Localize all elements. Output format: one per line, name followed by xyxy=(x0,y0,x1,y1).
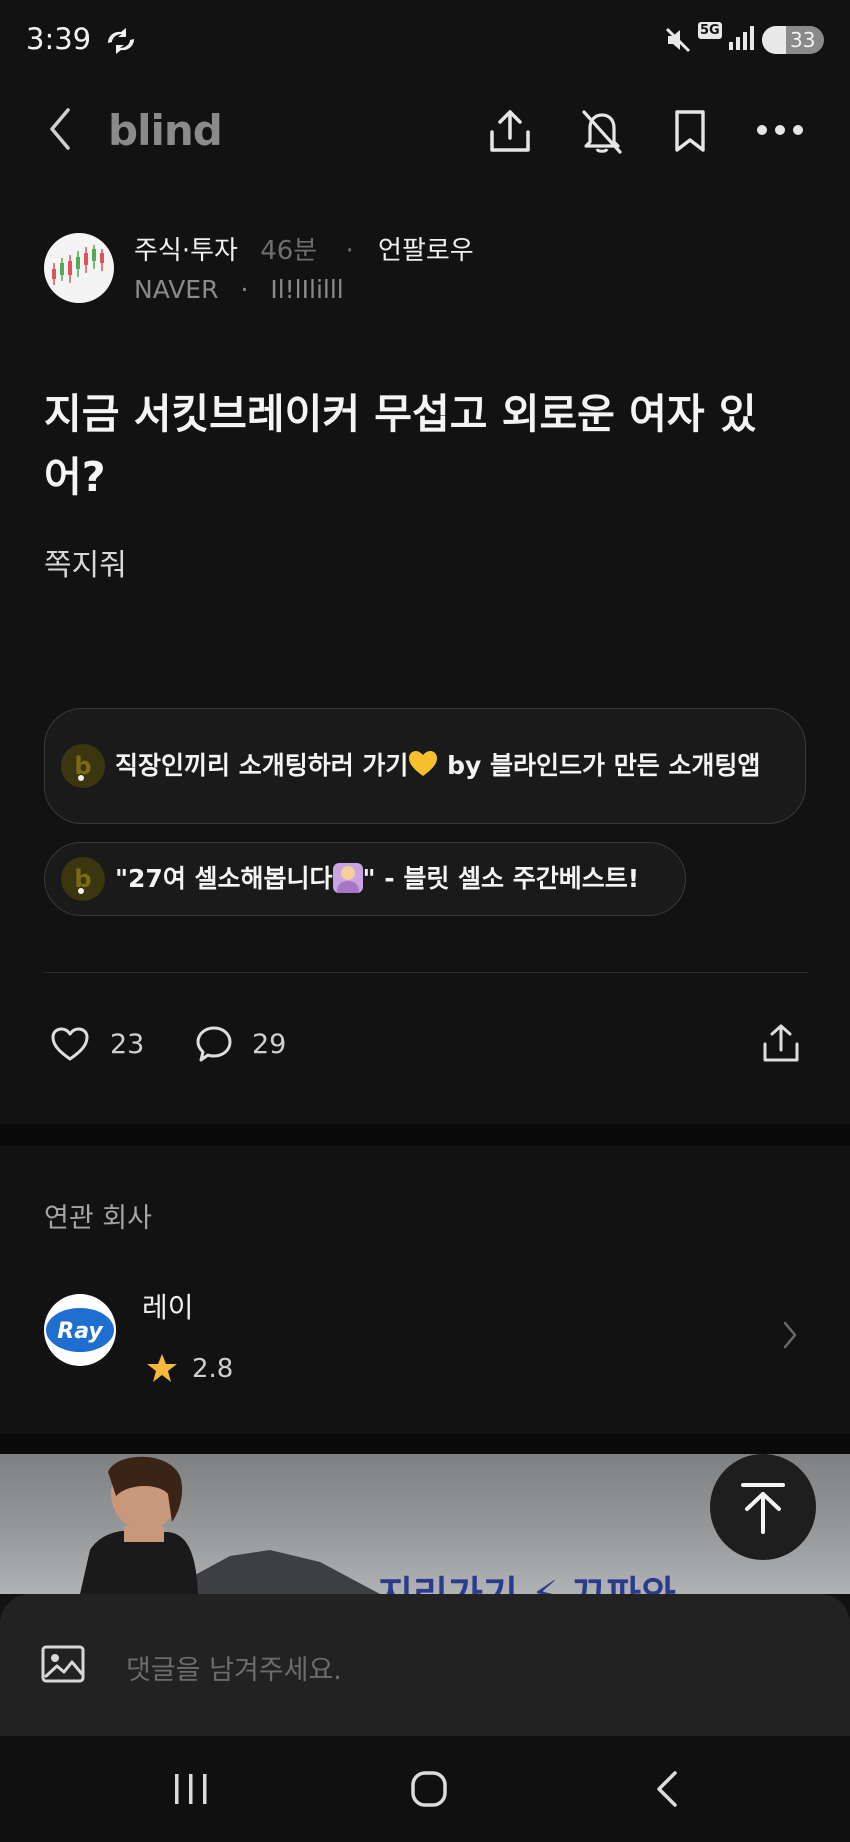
back-button[interactable] xyxy=(46,106,74,152)
company-logo-text: Ray xyxy=(57,1319,104,1344)
company-logo: Ray xyxy=(44,1294,116,1366)
divider xyxy=(44,972,808,973)
mute-icon xyxy=(664,26,692,54)
image-icon xyxy=(41,1645,85,1683)
blind-b-icon: b xyxy=(61,857,105,901)
related-company-row[interactable]: Ray 레이 2.8 xyxy=(0,1270,850,1400)
blind-b-icon: b xyxy=(61,744,105,788)
section-separator xyxy=(0,1434,850,1454)
recent-apps-button[interactable] xyxy=(172,1772,210,1806)
promo-text-part: "27여 셀소해봅니다 xyxy=(115,864,333,893)
share-icon xyxy=(763,1024,799,1062)
star-icon xyxy=(146,1352,178,1384)
related-company-label: 연관 회사 xyxy=(44,1203,152,1234)
author-avatar[interactable] xyxy=(44,233,114,303)
section-separator xyxy=(0,1124,850,1146)
yellow-heart-icon xyxy=(408,750,438,778)
comment-count: 29 xyxy=(252,1028,287,1060)
author-nickname: Il!lIlilll xyxy=(270,275,344,304)
company-name: 레이 xyxy=(142,1291,194,1324)
like-count: 23 xyxy=(110,1028,145,1060)
promo-text-part: 직장인끼리 소개팅하러 가기 xyxy=(115,751,409,780)
ad-banner-text: 지리가기 ⚡ 끄파와 xyxy=(378,1564,676,1594)
chevron-right-icon xyxy=(782,1320,798,1350)
meta-separator: · xyxy=(345,236,354,266)
company-rating: 2.8 xyxy=(192,1354,234,1384)
post-meta-line: 주식·투자 46분 · 언팔로우 xyxy=(134,230,474,267)
unfollow-button[interactable]: 언팔로우 xyxy=(378,236,474,266)
system-back-button[interactable] xyxy=(654,1770,680,1808)
post-title: 지금 서킷브레이커 무섭고 외로운 여자 있어? xyxy=(44,390,757,501)
promo-text-dating: 직장인끼리 소개팅하러 가기 by 블라인드가 만든 소개팅앱 xyxy=(115,746,765,786)
post-category[interactable]: 주식·투자 xyxy=(134,236,238,266)
comment-button[interactable]: 29 xyxy=(194,1024,286,1064)
battery-level: 33 xyxy=(790,28,816,52)
comment-icon xyxy=(196,1026,232,1062)
more-options-button[interactable] xyxy=(756,122,804,138)
notification-off-button[interactable] xyxy=(580,108,624,154)
promo-link-dating[interactable]: b 직장인끼리 소개팅하러 가기 by 블라인드가 만든 소개팅앱 xyxy=(44,708,806,824)
author-company: NAVER xyxy=(134,275,219,304)
post-time: 46분 xyxy=(260,236,318,266)
signal-icon xyxy=(728,24,754,52)
promo-text-part: " - 블릿 셀소 주간베스트! xyxy=(362,864,640,893)
author-separator: · xyxy=(240,275,249,304)
share-button[interactable] xyxy=(488,108,532,154)
heart-icon xyxy=(51,1027,89,1061)
brand-logo: blind xyxy=(108,106,223,155)
arrow-up-to-top-icon xyxy=(741,1483,785,1534)
person-raising-hand-icon xyxy=(332,863,363,893)
like-button[interactable]: 23 xyxy=(50,1026,144,1062)
promo-text-selfie: "27여 셀소해봅니다 " - 블릿 셀소 주간베스트! xyxy=(115,859,639,899)
comment-input[interactable]: 댓글을 남겨주세요. xyxy=(126,1648,342,1687)
battery-icon: 33 xyxy=(762,26,824,54)
promo-link-selfie[interactable]: b "27여 셀소해봅니다 " - 블릿 셀소 주간베스트! xyxy=(44,842,686,916)
scroll-to-top-button[interactable] xyxy=(710,1454,816,1560)
image-attach-button[interactable] xyxy=(40,1644,86,1684)
bookmark-button[interactable] xyxy=(672,108,708,154)
network-5g-icon: 5G xyxy=(698,22,722,39)
sync-icon xyxy=(104,26,138,56)
share-post-button[interactable] xyxy=(762,1022,800,1064)
promo-text-part: by 블라인드가 만든 소개팅앱 xyxy=(438,751,761,780)
post-body: 쪽지줘 xyxy=(44,548,127,583)
status-time: 3:39 xyxy=(26,22,92,56)
home-button[interactable] xyxy=(410,1770,448,1808)
author-info: NAVER · Il!lIlilll xyxy=(134,275,344,304)
